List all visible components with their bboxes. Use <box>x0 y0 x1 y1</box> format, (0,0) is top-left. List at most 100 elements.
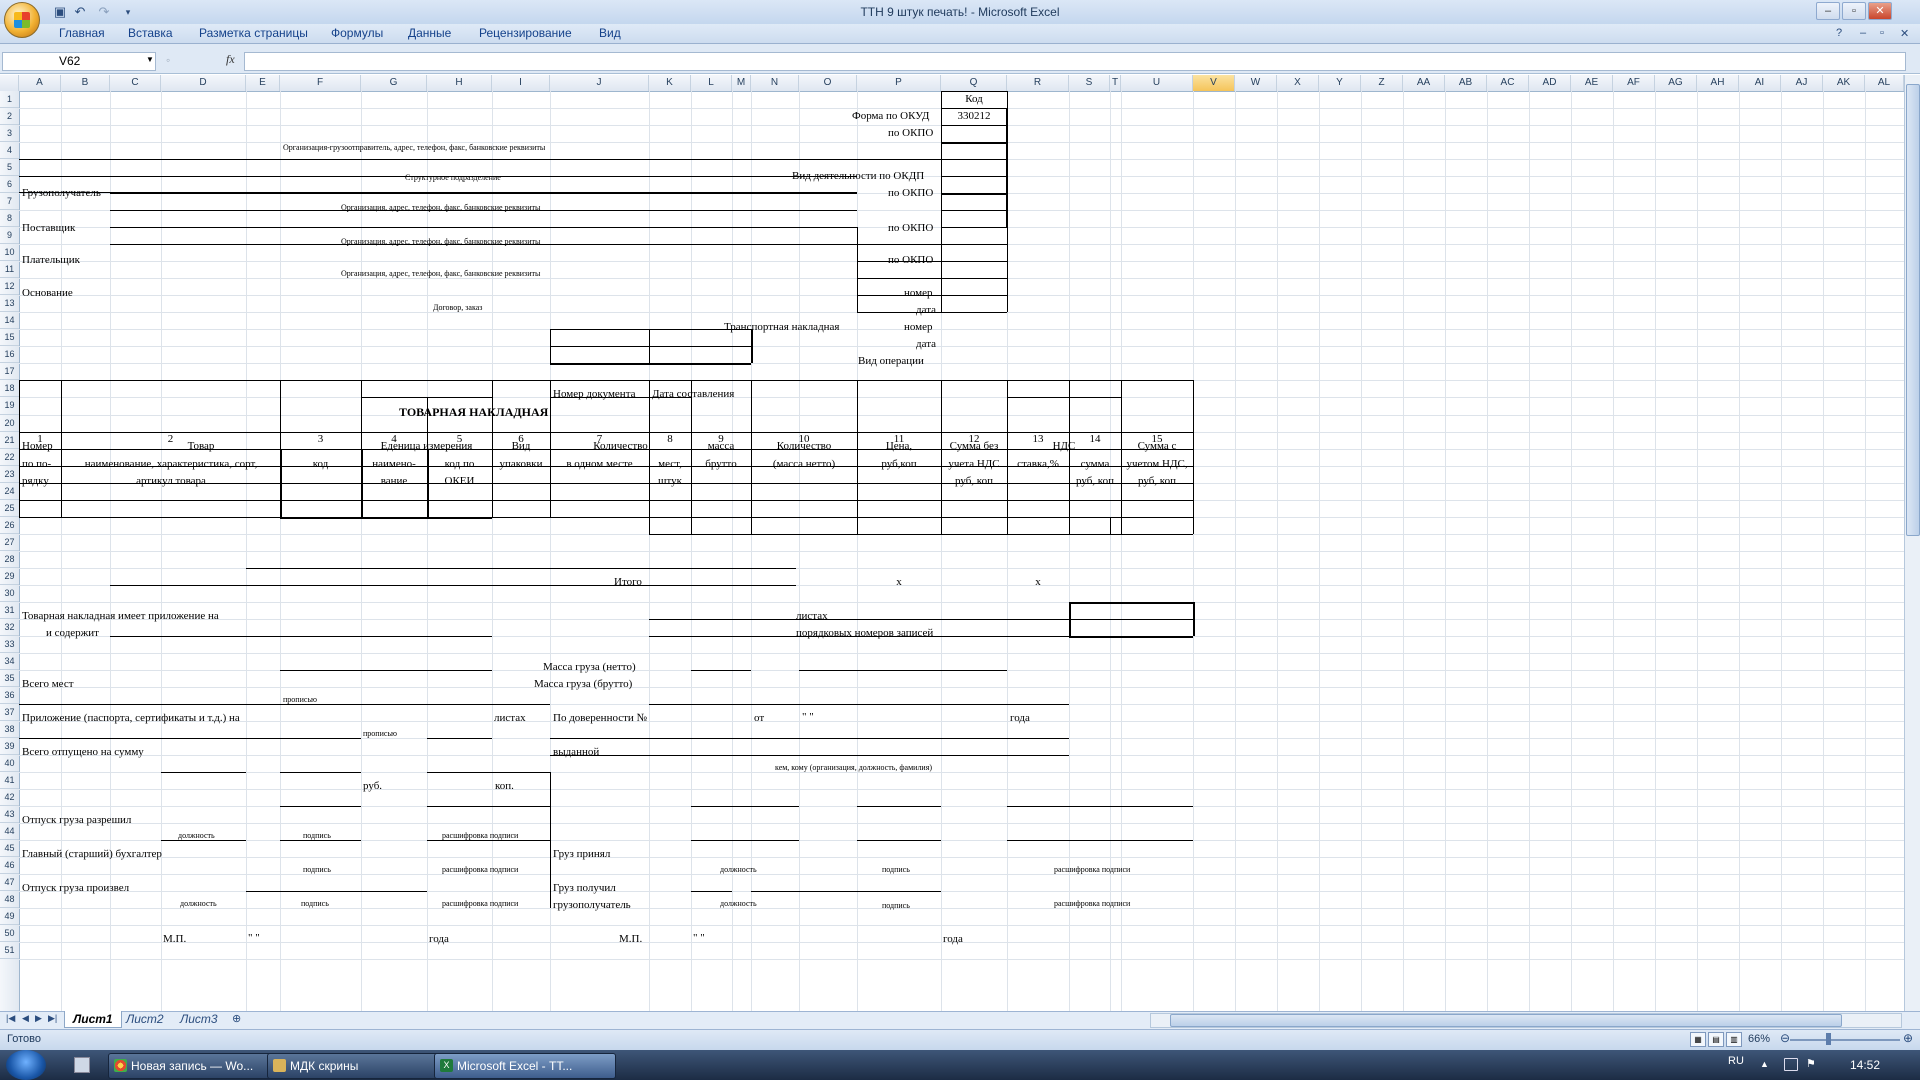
row-header-26[interactable]: 26 <box>0 517 19 534</box>
tray-expand-icon[interactable]: ▲ <box>1760 1059 1769 1069</box>
clock[interactable]: 14:52 <box>1850 1058 1880 1072</box>
insert-function-icon[interactable]: fx <box>226 52 235 67</box>
taskbar-item-folder[interactable]: МДК скрины <box>267 1053 449 1079</box>
restore-button[interactable]: ▫ <box>1842 2 1866 20</box>
row-header-24[interactable]: 24 <box>0 483 19 500</box>
row-header-11[interactable]: 11 <box>0 261 19 278</box>
tab-page-layout[interactable]: Разметка страницы <box>199 26 308 40</box>
chevron-down-icon[interactable]: ▼ <box>146 55 154 64</box>
column-header-d[interactable]: D <box>161 75 246 91</box>
column-header-g[interactable]: G <box>361 75 427 91</box>
normal-view-icon[interactable]: ▦ <box>1690 1032 1706 1047</box>
column-header-aa[interactable]: AA <box>1403 75 1445 91</box>
row-header-21[interactable]: 21 <box>0 432 19 449</box>
column-header-al[interactable]: AL <box>1865 75 1904 91</box>
column-header-i[interactable]: I <box>492 75 550 91</box>
row-header-30[interactable]: 30 <box>0 585 19 602</box>
help-icon[interactable]: ? <box>1836 27 1842 39</box>
row-header-51[interactable]: 51 <box>0 942 19 959</box>
name-box[interactable]: V62 ▼ <box>2 52 156 71</box>
tab-insert[interactable]: Вставка <box>128 26 173 40</box>
ribbon-restore-icon[interactable]: ▫ <box>1880 27 1884 39</box>
column-header-o[interactable]: O <box>799 75 857 91</box>
row-header-1[interactable]: 1 <box>0 91 19 108</box>
row-header-35[interactable]: 35 <box>0 670 19 687</box>
column-header-v[interactable]: V <box>1193 75 1235 91</box>
taskbar-item-excel[interactable]: X Microsoft Excel - ТТ... <box>434 1053 616 1079</box>
column-header-y[interactable]: Y <box>1319 75 1361 91</box>
column-header-l[interactable]: L <box>691 75 732 91</box>
row-header-29[interactable]: 29 <box>0 568 19 585</box>
column-header-ag[interactable]: AG <box>1655 75 1697 91</box>
tab-home[interactable]: Главная <box>59 26 105 40</box>
row-header-32[interactable]: 32 <box>0 619 19 636</box>
tab-review[interactable]: Рецензирование <box>479 26 572 40</box>
column-header-t[interactable]: T <box>1110 75 1121 91</box>
column-header-aj[interactable]: AJ <box>1781 75 1823 91</box>
sheet-tab-1[interactable]: Лист1 <box>64 1011 122 1028</box>
taskbar-item-word[interactable]: Новая запись — Wo... <box>108 1053 290 1079</box>
row-header-19[interactable]: 19 <box>0 397 19 415</box>
row-header-23[interactable]: 23 <box>0 466 19 483</box>
column-header-b[interactable]: B <box>61 75 110 91</box>
row-header-17[interactable]: 17 <box>0 363 19 380</box>
row-header-38[interactable]: 38 <box>0 721 19 738</box>
network-icon[interactable] <box>1784 1058 1798 1071</box>
start-button[interactable] <box>6 1050 46 1080</box>
row-header-48[interactable]: 48 <box>0 891 19 908</box>
flag-icon[interactable]: ⚑ <box>1806 1057 1816 1070</box>
row-header-8[interactable]: 8 <box>0 210 19 227</box>
row-header-3[interactable]: 3 <box>0 125 19 142</box>
next-sheet-icon[interactable]: ▶ <box>35 1013 42 1024</box>
column-header-x[interactable]: X <box>1277 75 1319 91</box>
row-header-13[interactable]: 13 <box>0 295 19 312</box>
zoom-slider[interactable] <box>1790 1039 1900 1041</box>
row-header-16[interactable]: 16 <box>0 346 19 363</box>
column-header-f[interactable]: F <box>280 75 361 91</box>
column-header-ad[interactable]: AD <box>1529 75 1571 91</box>
row-header-43[interactable]: 43 <box>0 806 19 823</box>
zoom-slider-handle[interactable] <box>1826 1033 1831 1045</box>
column-header-w[interactable]: W <box>1235 75 1277 91</box>
insert-sheet-icon[interactable]: ⊕ <box>232 1012 241 1025</box>
column-header-m[interactable]: M <box>732 75 751 91</box>
first-sheet-icon[interactable]: |◀ <box>6 1013 15 1024</box>
column-header-ae[interactable]: AE <box>1571 75 1613 91</box>
sheet-tab-2[interactable]: Лист2 <box>118 1011 172 1027</box>
zoom-in-icon[interactable]: ⊕ <box>1903 1031 1913 1045</box>
column-header-u[interactable]: U <box>1121 75 1193 91</box>
zoom-out-icon[interactable]: ⊖ <box>1780 1031 1790 1045</box>
row-header-49[interactable]: 49 <box>0 908 19 925</box>
tab-formulas[interactable]: Формулы <box>331 26 383 40</box>
row-header-36[interactable]: 36 <box>0 687 19 704</box>
row-header-2[interactable]: 2 <box>0 108 19 125</box>
column-header-z[interactable]: Z <box>1361 75 1403 91</box>
row-header-20[interactable]: 20 <box>0 415 19 432</box>
vertical-scroll-thumb[interactable] <box>1906 84 1920 536</box>
row-header-25[interactable]: 25 <box>0 500 19 517</box>
row-header-18[interactable]: 18 <box>0 380 19 397</box>
column-header-ab[interactable]: AB <box>1445 75 1487 91</box>
select-all-corner[interactable] <box>0 75 19 91</box>
row-header-33[interactable]: 33 <box>0 636 19 653</box>
language-indicator[interactable]: RU <box>1728 1055 1744 1067</box>
column-header-h[interactable]: H <box>427 75 492 91</box>
column-header-n[interactable]: N <box>751 75 799 91</box>
horizontal-scroll-thumb[interactable] <box>1170 1014 1842 1027</box>
minimize-button[interactable]: – <box>1816 2 1840 20</box>
column-header-p[interactable]: P <box>857 75 941 91</box>
prev-sheet-icon[interactable]: ◀ <box>22 1013 29 1024</box>
column-header-q[interactable]: Q <box>941 75 1007 91</box>
office-button[interactable] <box>4 2 40 38</box>
row-header-46[interactable]: 46 <box>0 857 19 874</box>
sheet-tab-3[interactable]: Лист3 <box>172 1011 226 1027</box>
last-sheet-icon[interactable]: ▶| <box>48 1013 57 1024</box>
row-header-44[interactable]: 44 <box>0 823 19 840</box>
row-header-27[interactable]: 27 <box>0 534 19 551</box>
column-header-ac[interactable]: AC <box>1487 75 1529 91</box>
row-header-41[interactable]: 41 <box>0 772 19 789</box>
row-header-28[interactable]: 28 <box>0 551 19 568</box>
column-header-ak[interactable]: AK <box>1823 75 1865 91</box>
row-header-31[interactable]: 31 <box>0 602 19 619</box>
zoom-level[interactable]: 66% <box>1748 1033 1770 1045</box>
